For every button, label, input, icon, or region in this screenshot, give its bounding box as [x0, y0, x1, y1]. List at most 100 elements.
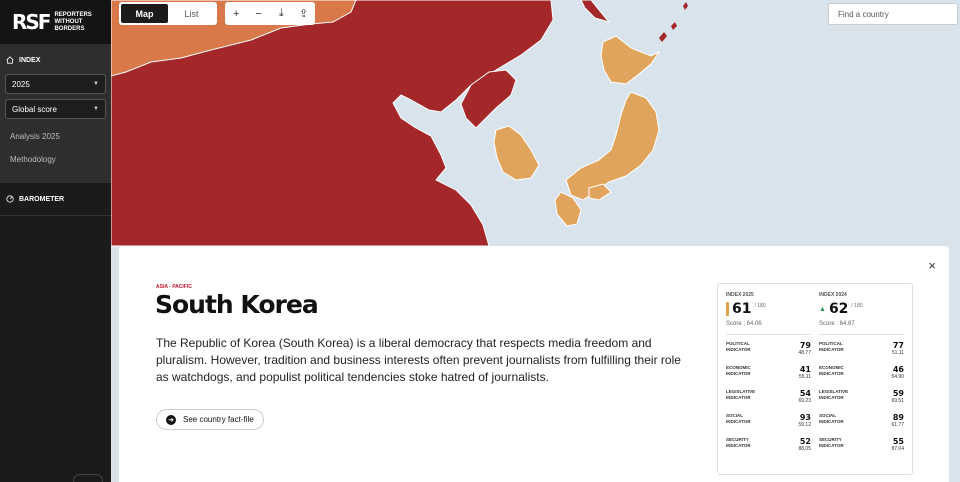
- year-select[interactable]: 2025 ▼: [5, 74, 106, 94]
- indicator-row: POLITICAL INDICATOR 77 51.11: [819, 341, 904, 365]
- view-toggle: Map List: [119, 2, 217, 25]
- indicator-label: ECONOMIC INDICATOR: [726, 365, 760, 389]
- zoom-in-button[interactable]: +: [225, 8, 248, 20]
- indicator-rank: 54: [799, 389, 811, 398]
- country-title: South Korea: [155, 290, 319, 319]
- indicator-label-line1: SOCIAL: [819, 413, 837, 418]
- rank-bar: [726, 302, 729, 316]
- indicator-label-line2: INDICATOR: [726, 443, 751, 448]
- sidebar-item-label: BAROMETER: [19, 195, 65, 203]
- share-icon[interactable]: ⇪: [293, 7, 316, 20]
- indicator-label-line1: SOCIAL: [726, 413, 744, 418]
- indicator-label-line1: LEGISLATIVE: [726, 389, 756, 394]
- rsf-logo[interactable]: RSF REPORTERS WITHOUT BORDERS: [0, 0, 111, 44]
- index-panel: INDEX 2025 ▼ Global score ▼ Analysis 202…: [0, 44, 111, 183]
- indicator-row: SOCIAL INDICATOR 89 61.77: [819, 413, 904, 437]
- stats-panel: INDEX 2025 61 / 180 Score : 64.06 INDEX …: [717, 283, 913, 475]
- indicator-values: 89 61.77: [891, 413, 904, 437]
- sidebar-item-index[interactable]: INDEX: [0, 52, 111, 74]
- indicator-rank: 77: [892, 341, 904, 350]
- score-2025: Score : 64.06: [726, 321, 811, 335]
- indicator-rank: 55: [892, 437, 904, 446]
- indicator-label-line2: INDICATOR: [726, 371, 751, 376]
- indicator-score: 48.77: [798, 350, 811, 356]
- indicator-label-line2: INDICATOR: [726, 395, 751, 400]
- index-2024-label: INDEX 2024: [819, 292, 847, 298]
- indicators-2025: POLITICAL INDICATOR 79 48.77 ECONOMIC INDICAT…: [726, 341, 811, 461]
- indicator-label-line2: INDICATOR: [819, 419, 844, 424]
- indicator-row: SECURITY INDICATOR 52 88.05: [726, 437, 811, 461]
- sidebar-item-label: INDEX: [19, 56, 41, 64]
- link-analysis[interactable]: Analysis 2025: [0, 124, 111, 147]
- rank-total: / 180: [754, 303, 766, 309]
- indicator-label-line1: SECURITY: [726, 437, 749, 442]
- indicator-score: 51.11: [891, 350, 904, 356]
- arrow-right-icon: ➜: [166, 414, 176, 425]
- indicator-values: 55 87.04: [891, 437, 904, 461]
- indicator-score: 88.05: [798, 446, 811, 452]
- indicator-row: SOCIAL INDICATOR 93 59.12: [726, 413, 811, 437]
- indicator-label-line2: INDICATOR: [726, 419, 751, 424]
- indicator-label-line2: INDICATOR: [819, 395, 844, 400]
- rank-total: / 180: [851, 303, 863, 309]
- indicator-row: ECONOMIC INDICATOR 46 54.90: [819, 365, 904, 389]
- indicator-label: SECURITY INDICATOR: [819, 437, 853, 461]
- indicator-label-line1: SECURITY: [819, 437, 842, 442]
- download-icon[interactable]: ⤓: [270, 7, 293, 20]
- tab-map[interactable]: Map: [121, 4, 168, 23]
- indicator-rank: 93: [799, 413, 811, 422]
- link-methodology[interactable]: Methodology: [0, 147, 111, 170]
- indicator-label: ECONOMIC INDICATOR: [819, 365, 853, 389]
- rank-2025: 61: [732, 301, 752, 317]
- indicator-label: POLITICAL INDICATOR: [726, 341, 760, 365]
- logo-line-2: WITHOUT BORDERS: [54, 18, 85, 32]
- gauge-icon: [6, 195, 14, 203]
- sidebar: RSF REPORTERS WITHOUT BORDERS INDEX 2025…: [0, 0, 111, 482]
- indicator-rank: 79: [799, 341, 811, 350]
- factfile-button[interactable]: ➜ See country fact-file: [156, 409, 264, 430]
- close-icon[interactable]: ×: [928, 258, 936, 273]
- indicator-label: LEGISLATIVE INDICATOR: [819, 389, 853, 413]
- logo-line-1: REPORTERS: [54, 11, 92, 18]
- chevron-down-icon: ▼: [93, 106, 99, 112]
- index-2025-label: INDEX 2025: [726, 292, 754, 298]
- indicator-row: POLITICAL INDICATOR 79 48.77: [726, 341, 811, 365]
- indicator-values: 41 55.11: [799, 365, 811, 389]
- indicator-row: SECURITY INDICATOR 55 87.04: [819, 437, 904, 461]
- trend-up-icon: ▲: [819, 306, 826, 313]
- score-select-value: Global score: [12, 104, 57, 114]
- home-icon: [6, 56, 14, 64]
- index-2025: INDEX 2025 61 / 180 Score : 64.06: [726, 292, 811, 335]
- score-2024: Score : 64.87: [819, 321, 904, 335]
- indicator-label-line2: INDICATOR: [819, 371, 844, 376]
- indicator-values: 77 51.11: [892, 341, 904, 365]
- indicator-row: LEGISLATIVE INDICATOR 54 69.23: [726, 389, 811, 413]
- indicator-label: SOCIAL INDICATOR: [819, 413, 853, 437]
- indicator-values: 52 88.05: [798, 437, 811, 461]
- zoom-out-button[interactable]: −: [248, 8, 271, 20]
- indicator-rank: 41: [799, 365, 811, 374]
- country-search-input[interactable]: Find a country: [828, 3, 958, 25]
- indicator-label-line2: INDICATOR: [819, 443, 844, 448]
- year-select-value: 2025: [12, 79, 30, 89]
- indicator-label-line1: ECONOMIC: [819, 365, 844, 370]
- indicator-score: 69.51: [891, 398, 904, 404]
- indicator-label-line1: LEGISLATIVE: [819, 389, 849, 394]
- tab-list[interactable]: List: [168, 4, 215, 23]
- index-2024: INDEX 2024 ▲ 62 / 180 Score : 64.87: [811, 292, 904, 335]
- indicator-score: 87.04: [891, 446, 904, 452]
- indicator-label-line1: POLITICAL: [819, 341, 843, 346]
- indicator-label: SECURITY INDICATOR: [726, 437, 760, 461]
- score-select[interactable]: Global score ▼: [5, 99, 106, 119]
- logo-text: REPORTERS WITHOUT BORDERS: [54, 12, 111, 33]
- country-card: × ASIA - PACIFIC South Korea The Republi…: [119, 246, 949, 482]
- sidebar-toggle[interactable]: [73, 474, 103, 482]
- indicator-label: LEGISLATIVE INDICATOR: [726, 389, 760, 413]
- indicator-row: LEGISLATIVE INDICATOR 59 69.51: [819, 389, 904, 413]
- indicator-rank: 59: [892, 389, 904, 398]
- sidebar-item-barometer[interactable]: BAROMETER: [0, 183, 111, 216]
- indicator-rank: 46: [892, 365, 904, 374]
- indicator-label-line2: INDICATOR: [819, 347, 844, 352]
- indicator-values: 54 69.23: [798, 389, 811, 413]
- indicator-score: 69.23: [798, 398, 811, 404]
